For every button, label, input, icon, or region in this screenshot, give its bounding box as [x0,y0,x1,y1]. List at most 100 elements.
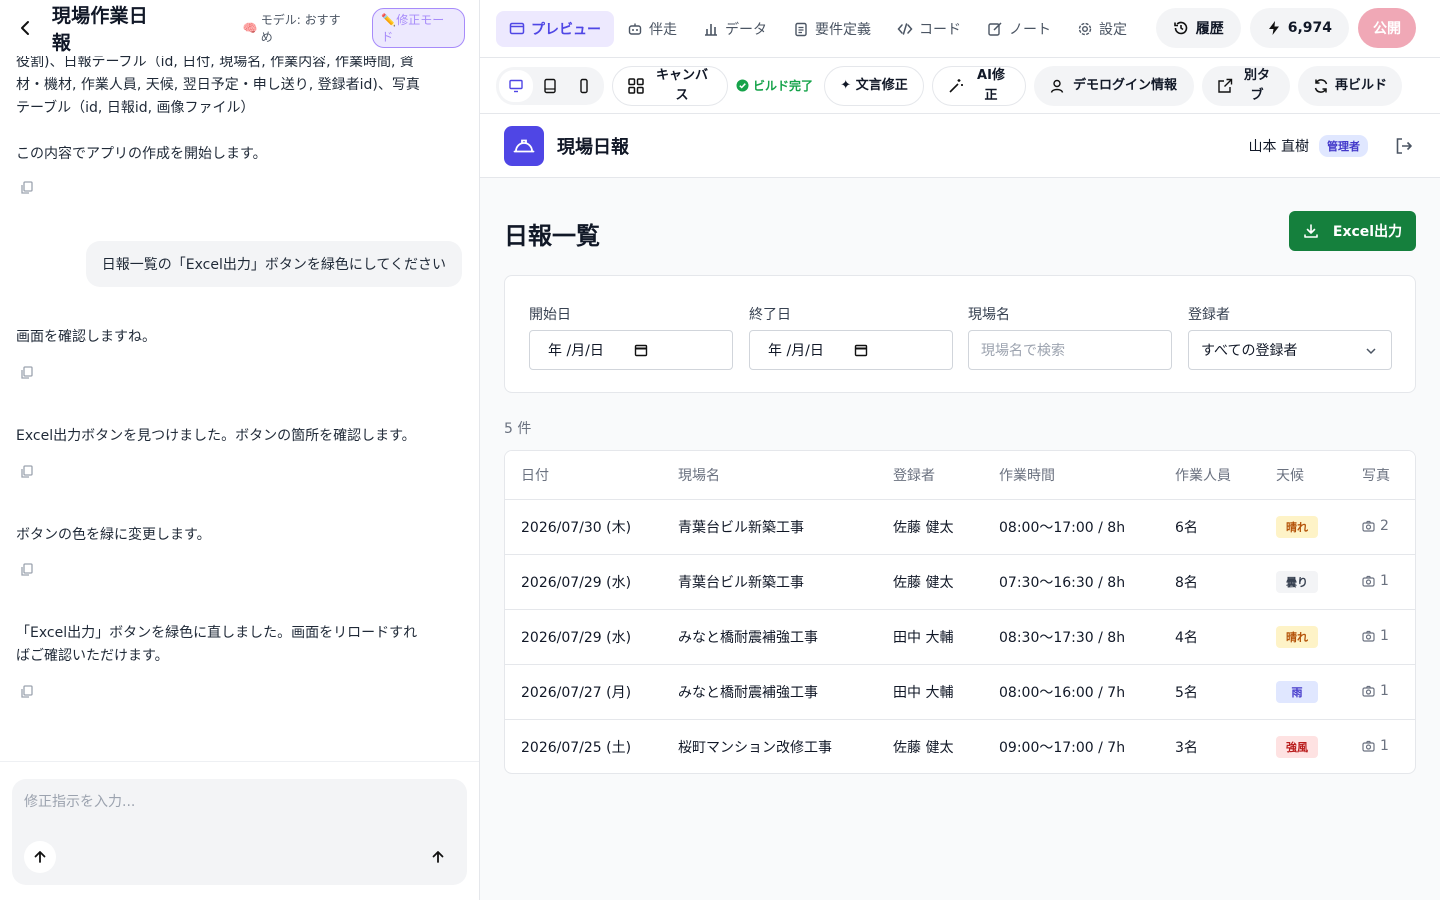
end-date-input[interactable]: 年 /月/日 [749,330,953,370]
tab-code[interactable]: コード [884,11,974,47]
col-staff: 作業人員 [1159,451,1260,500]
cell-photos: 1 [1346,554,1415,610]
cell-site: みなと橋耐震補強工事 [662,664,877,720]
weather-badge: 晴れ [1276,515,1318,538]
demo-login-button[interactable]: デモログイン情報 [1034,65,1194,106]
send-button[interactable] [422,841,454,873]
cell-site: 青葉台ビル新築工事 [662,554,877,610]
registrant-label: 登録者 [1188,307,1230,323]
cell-site: みなと橋耐震補強工事 [662,609,877,665]
lightning-icon [1268,21,1279,35]
tab-settings[interactable]: 設定 [1064,11,1140,47]
workspace-pane: プレビュー 伴走 データ 要件定義 コード ノート 設定 履歴 6,974 公開… [480,0,1440,900]
registrant-filter: 登録者 すべての登録者 [1188,304,1392,370]
chat-input[interactable] [24,791,444,831]
grid-icon [628,77,644,94]
credits-count: 6,974 [1287,20,1332,36]
weather-badge: 晴れ [1276,625,1318,648]
tab-preview[interactable]: プレビュー [496,10,614,47]
tab-label: プレビュー [531,21,601,38]
cell-date: 2026/07/29 (水) [505,554,662,610]
start-date-filter: 開始日 年 /月/日 [529,304,733,370]
rebuild-button[interactable]: 再ビルド [1298,65,1402,106]
camera-icon [1362,630,1375,642]
app-header: 現場日報 山本 直樹 管理者 [480,114,1440,178]
new-tab-label: 別タブ [1243,67,1270,103]
cell-weather: 強風 [1260,719,1346,773]
copy-icon[interactable] [20,464,36,480]
attach-button[interactable] [24,841,56,873]
text-fix-button[interactable]: ✦ 文言修正 [824,65,924,106]
cell-registrant: 佐藤 健太 [893,739,954,756]
edit-mode-badge[interactable]: ✏️修正モード [372,8,465,48]
text-fix-label: ✦ 文言修正 [840,77,908,93]
back-arrow-icon[interactable] [14,16,38,40]
cell-weather: 晴れ [1260,609,1346,665]
table-row[interactable]: 2026/07/25 (土) 桜町マンション改修工事 佐藤 健太 09:00〜17:0… [505,719,1415,773]
excel-export-label: Excel出力 [1332,224,1403,240]
build-status: ビルド完了 [736,79,816,93]
credits-button[interactable]: 6,974 [1249,8,1349,48]
history-button[interactable]: 履歴 [1155,8,1241,48]
model-label: モデル: おすすめ [260,13,341,44]
site-label: 現場名 [968,307,1010,323]
download-icon [1304,224,1318,238]
canvas-button[interactable]: キャンバス [612,65,728,106]
registrant-select[interactable]: すべての登録者 [1188,330,1392,370]
assistant-message: Excel出力ボタンを見つけました。ボタンの箇所を確認します。 [16,428,416,444]
table-row[interactable]: 2026/07/27 (月) みなと橋耐震補強工事 田中 大輔 08:00〜16:00… [505,664,1415,720]
start-date-input[interactable]: 年 /月/日 [529,330,733,370]
table-header-row: 日付 現場名 登録者 作業時間 作業人員 天候 写真 [505,451,1415,500]
cell-registrant: 佐藤 健太 [877,499,983,555]
tablet-view-button[interactable] [533,70,567,102]
cell-date: 2026/07/30 (木) [505,499,662,555]
tab-label: 設定 [1099,21,1127,38]
chevron-down-icon [1366,348,1376,355]
tab-notes[interactable]: ノート [974,11,1064,47]
logout-icon[interactable] [1392,134,1416,158]
user-message: 日報一覧の「Excel出力」ボタンを緑色にしてください [85,241,462,287]
tab-companion[interactable]: 伴走 [614,11,690,47]
tab-label: ノート [1009,21,1051,38]
robot-icon [628,23,642,35]
chat-log: 役割)、日報テーブル（id, 日付, 現場名, 作業内容, 作業時間, 資 材・… [0,56,479,761]
cell-weather: 雨 [1260,664,1346,720]
mobile-view-button[interactable] [567,70,601,102]
copy-icon[interactable] [20,180,36,196]
cell-staff: 3名 [1175,739,1198,756]
canvas-label: キャンバス [655,67,708,103]
camera-icon [1362,685,1375,697]
copy-icon[interactable] [20,562,36,578]
copy-icon[interactable] [20,365,36,381]
user-icon [1050,79,1064,93]
table-row[interactable]: 2026/07/29 (水) みなと橋耐震補強工事 田中 大輔 08:30〜17:30… [505,609,1415,665]
col-registrant: 登録者 [877,451,983,500]
site-search-input[interactable]: 現場名で検索 [968,330,1172,370]
page-title: 日報一覧 [504,222,600,250]
desktop-icon [509,79,523,92]
bar-chart-icon [705,23,717,36]
send-arrow-icon [432,851,444,863]
end-date-label: 終了日 [749,307,791,323]
tab-requirements[interactable]: 要件定義 [780,11,884,47]
cell-site: 桜町マンション改修工事 [678,739,832,756]
edit-note-icon [988,21,1002,36]
publish-button[interactable]: 公開 [1358,8,1416,48]
tab-data[interactable]: データ [690,11,780,47]
table-row[interactable]: 2026/07/29 (水) 青葉台ビル新築工事 佐藤 健太 07:30〜16:30 … [505,554,1415,610]
camera-icon [1362,740,1375,752]
cell-hours: 07:30〜16:30 / 8h [983,554,1159,610]
photo-count-value: 1 [1380,682,1389,699]
excel-export-button[interactable]: Excel出力 [1289,211,1416,251]
copy-icon[interactable] [20,684,36,700]
tab-label: データ [725,21,767,38]
desktop-view-button[interactable] [499,69,533,102]
table-row[interactable]: 2026/07/30 (木) 青葉台ビル新築工事 佐藤 健太 08:00〜17:00 … [505,499,1415,555]
cell-registrant: 田中 大輔 [877,609,983,665]
ai-fix-button[interactable]: AI修正 [932,65,1026,106]
preview-toolbar: キャンバス ビルド完了 ✦ 文言修正 AI修正 デモログイン情報 別タブ 再ビル… [480,57,1440,114]
open-new-tab-button[interactable]: 別タブ [1202,65,1290,106]
cell-photos: 2 [1346,499,1415,555]
calendar-icon [634,344,648,357]
model-selector[interactable]: 🧠 モデル: おすすめ [243,11,352,45]
